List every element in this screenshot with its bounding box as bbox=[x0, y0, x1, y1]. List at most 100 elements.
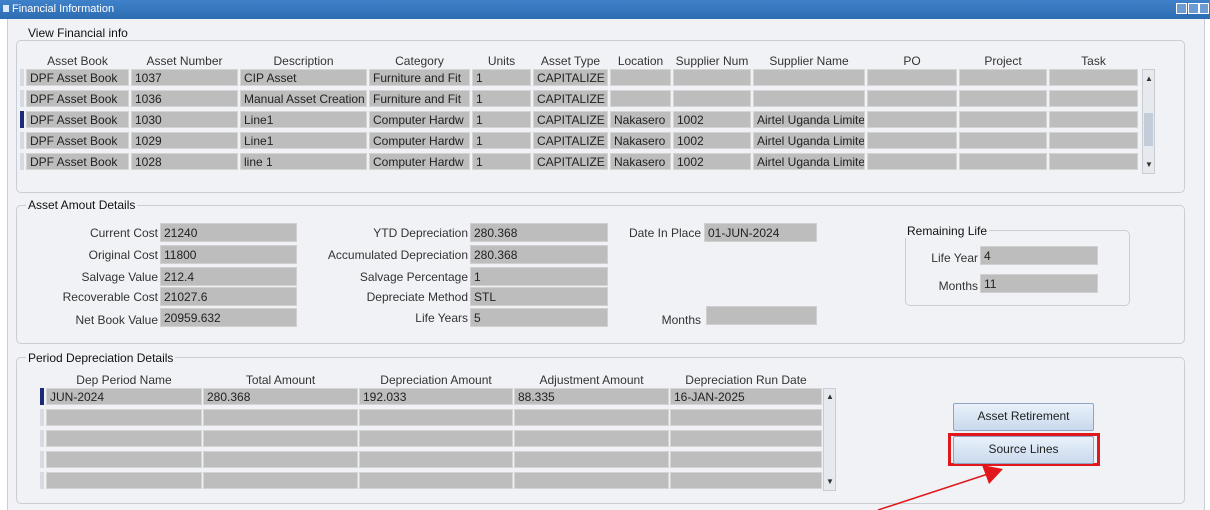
close-icon[interactable] bbox=[1199, 3, 1209, 14]
row-selector[interactable] bbox=[20, 111, 24, 128]
table-cell[interactable] bbox=[359, 409, 513, 426]
table-cell[interactable]: 1028 bbox=[131, 153, 238, 170]
salvage-value-field[interactable]: 212.4 bbox=[160, 267, 297, 286]
accumulated-depreciation-field[interactable]: 280.368 bbox=[470, 245, 608, 264]
row-selector[interactable] bbox=[20, 90, 24, 107]
row-selector[interactable] bbox=[40, 472, 44, 489]
table-cell[interactable] bbox=[959, 111, 1047, 128]
table-cell[interactable] bbox=[867, 132, 957, 149]
table-cell[interactable]: 1037 bbox=[131, 69, 238, 86]
table-cell[interactable] bbox=[46, 472, 202, 489]
row-selector[interactable] bbox=[20, 153, 24, 170]
table-cell[interactable]: DPF Asset Book bbox=[26, 69, 129, 86]
scroll-up-icon[interactable]: ▲ bbox=[1145, 74, 1153, 83]
table-cell[interactable]: Computer Hardw bbox=[369, 153, 470, 170]
table-cell[interactable]: 280.368 bbox=[203, 388, 358, 405]
period-depreciation-scrollbar[interactable]: ▲ ▼ bbox=[823, 388, 836, 491]
table-cell[interactable]: CAPITALIZE bbox=[533, 90, 608, 107]
table-cell[interactable]: Computer Hardw bbox=[369, 111, 470, 128]
table-cell[interactable]: 88.335 bbox=[514, 388, 669, 405]
scroll-down-icon[interactable]: ▼ bbox=[826, 477, 834, 486]
table-cell[interactable]: Furniture and Fit bbox=[369, 90, 470, 107]
table-cell[interactable]: DPF Asset Book bbox=[26, 90, 129, 107]
table-cell[interactable]: 1 bbox=[472, 111, 531, 128]
table-cell[interactable] bbox=[514, 430, 669, 447]
table-cell[interactable]: Nakasero bbox=[610, 132, 671, 149]
table-cell[interactable]: DPF Asset Book bbox=[26, 132, 129, 149]
table-cell[interactable]: Airtel Uganda Limite bbox=[753, 132, 865, 149]
table-cell[interactable]: 1002 bbox=[673, 153, 751, 170]
table-cell[interactable]: Furniture and Fit bbox=[369, 69, 470, 86]
table-cell[interactable]: DPF Asset Book bbox=[26, 153, 129, 170]
table-cell[interactable] bbox=[959, 69, 1047, 86]
table-cell[interactable] bbox=[1049, 111, 1138, 128]
remaining-months-field[interactable]: 11 bbox=[980, 274, 1098, 293]
life-years-field[interactable]: 5 bbox=[470, 308, 608, 327]
table-cell[interactable] bbox=[359, 430, 513, 447]
table-cell[interactable] bbox=[514, 409, 669, 426]
table-cell[interactable]: CAPITALIZE bbox=[533, 111, 608, 128]
table-cell[interactable] bbox=[359, 472, 513, 489]
table-cell[interactable] bbox=[46, 409, 202, 426]
minimize-icon[interactable] bbox=[1176, 3, 1187, 14]
table-cell[interactable] bbox=[46, 430, 202, 447]
table-cell[interactable] bbox=[670, 472, 822, 489]
table-cell[interactable]: Line1 bbox=[240, 111, 367, 128]
table-cell[interactable] bbox=[203, 472, 358, 489]
net-book-value-field[interactable]: 20959.632 bbox=[160, 308, 297, 327]
table-cell[interactable] bbox=[610, 90, 671, 107]
months-field[interactable] bbox=[706, 306, 817, 325]
table-cell[interactable]: Airtel Uganda Limite bbox=[753, 111, 865, 128]
table-cell[interactable] bbox=[203, 451, 358, 468]
table-cell[interactable] bbox=[359, 451, 513, 468]
source-lines-button[interactable]: Source Lines bbox=[953, 436, 1094, 464]
view-financial-scrollbar[interactable]: ▲ ▼ bbox=[1142, 69, 1155, 174]
table-cell[interactable] bbox=[867, 69, 957, 86]
table-cell[interactable]: line 1 bbox=[240, 153, 367, 170]
table-cell[interactable]: Line1 bbox=[240, 132, 367, 149]
table-cell[interactable]: 1 bbox=[472, 90, 531, 107]
asset-retirement-button[interactable]: Asset Retirement bbox=[953, 403, 1094, 431]
table-cell[interactable]: 1 bbox=[472, 132, 531, 149]
table-cell[interactable] bbox=[753, 69, 865, 86]
table-cell[interactable]: 1002 bbox=[673, 111, 751, 128]
table-cell[interactable] bbox=[673, 90, 751, 107]
table-cell[interactable] bbox=[514, 451, 669, 468]
table-cell[interactable] bbox=[1049, 90, 1138, 107]
table-cell[interactable]: Nakasero bbox=[610, 153, 671, 170]
scroll-thumb[interactable] bbox=[1144, 113, 1153, 146]
life-year-field[interactable]: 4 bbox=[980, 246, 1098, 265]
row-selector[interactable] bbox=[20, 69, 24, 86]
table-cell[interactable]: Nakasero bbox=[610, 111, 671, 128]
table-cell[interactable] bbox=[203, 409, 358, 426]
salvage-percentage-field[interactable]: 1 bbox=[470, 267, 608, 286]
table-cell[interactable] bbox=[610, 69, 671, 86]
scroll-up-icon[interactable]: ▲ bbox=[826, 392, 834, 401]
table-cell[interactable] bbox=[959, 90, 1047, 107]
table-cell[interactable]: CAPITALIZE bbox=[533, 153, 608, 170]
table-cell[interactable] bbox=[673, 69, 751, 86]
row-selector[interactable] bbox=[40, 388, 44, 405]
row-selector[interactable] bbox=[20, 132, 24, 149]
table-cell[interactable]: 192.033 bbox=[359, 388, 513, 405]
table-cell[interactable] bbox=[670, 430, 822, 447]
table-cell[interactable] bbox=[670, 451, 822, 468]
table-cell[interactable]: CAPITALIZE bbox=[533, 69, 608, 86]
table-cell[interactable]: CAPITALIZE bbox=[533, 132, 608, 149]
table-cell[interactable]: 1002 bbox=[673, 132, 751, 149]
table-cell[interactable]: Airtel Uganda Limite bbox=[753, 153, 865, 170]
depreciate-method-field[interactable]: STL bbox=[470, 287, 608, 306]
table-cell[interactable] bbox=[203, 430, 358, 447]
table-cell[interactable]: 16-JAN-2025 bbox=[670, 388, 822, 405]
table-cell[interactable]: 1 bbox=[472, 69, 531, 86]
recoverable-cost-field[interactable]: 21027.6 bbox=[160, 287, 297, 306]
table-cell[interactable]: DPF Asset Book bbox=[26, 111, 129, 128]
table-cell[interactable] bbox=[959, 132, 1047, 149]
row-selector[interactable] bbox=[40, 430, 44, 447]
table-cell[interactable] bbox=[670, 409, 822, 426]
table-cell[interactable] bbox=[867, 111, 957, 128]
table-cell[interactable]: Manual Asset Creation bbox=[240, 90, 367, 107]
table-cell[interactable] bbox=[1049, 132, 1138, 149]
table-cell[interactable] bbox=[46, 451, 202, 468]
current-cost-field[interactable]: 21240 bbox=[160, 223, 297, 242]
